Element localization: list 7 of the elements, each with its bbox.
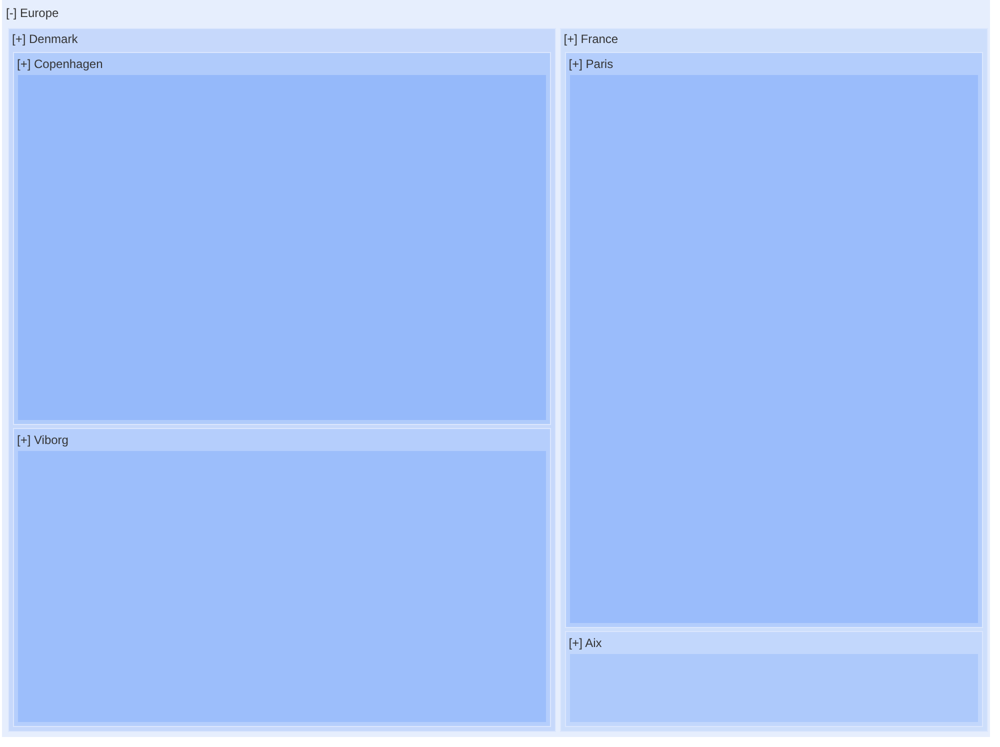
tile-header[interactable]: [+] Paris bbox=[566, 53, 982, 75]
tile-header[interactable]: [+] Aix bbox=[566, 632, 982, 654]
tile-header[interactable]: [+] Denmark bbox=[9, 29, 555, 50]
tile-header[interactable]: [+] France bbox=[560, 29, 987, 50]
tile-header[interactable]: [+] Viborg bbox=[14, 429, 550, 452]
tile-header[interactable]: [+] Copenhagen bbox=[14, 53, 550, 75]
tile-header[interactable]: [-] Europe bbox=[2, 0, 990, 26]
